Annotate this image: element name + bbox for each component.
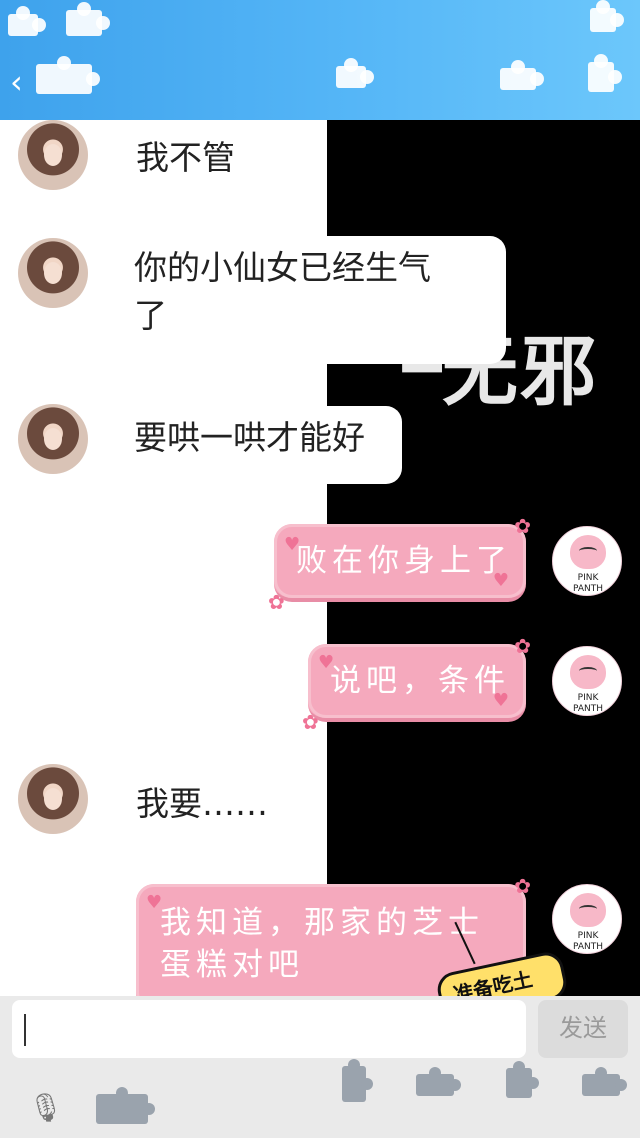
message-line: 了 [134, 296, 167, 335]
bow-icon: ✿ [514, 634, 536, 658]
chat-area[interactable]: 一无邪 我不管 你的小仙女已经生气 了 要哄一哄才能好 ♥ ♥ ✿ ✿ 败在你身… [0, 120, 640, 996]
puzzle-piece-decoration [66, 2, 110, 36]
avatar-label: PINK [577, 693, 599, 703]
bow-icon: ✿ [268, 590, 290, 614]
bow-icon: ✿ [514, 514, 536, 538]
puzzle-piece-decoration [36, 56, 100, 94]
message-text: 败在你身上了 [296, 543, 512, 579]
composer-bar: 发送 🎙 [0, 996, 640, 1138]
send-button[interactable]: 发送 [538, 1000, 628, 1058]
contact-avatar[interactable] [18, 404, 88, 474]
message-line: 蛋糕对吧 [160, 947, 304, 983]
puzzle-piece-decoration [500, 60, 544, 90]
avatar-label: PANTH [572, 584, 603, 594]
message-text: 我不管 [136, 138, 235, 177]
text-caret [24, 1014, 26, 1046]
contact-avatar[interactable] [18, 120, 88, 190]
puzzle-piece-decoration [588, 54, 622, 92]
user-avatar[interactable]: PINK PANTH [552, 526, 622, 596]
message-bubble-pink[interactable]: ♥ ♥ ✿ ✿ 败在你身上了 [268, 516, 531, 612]
user-avatar[interactable]: PINK PANTH [552, 884, 622, 954]
top-bar: ‹ [0, 0, 640, 120]
avatar-label: PANTH [572, 942, 603, 952]
avatar-label: PINK [577, 573, 599, 583]
avatar-label: PINK [577, 931, 599, 941]
message-text: 我要…… [136, 784, 268, 823]
puzzle-piece-decoration [96, 1087, 155, 1124]
puzzle-piece-decoration [8, 6, 46, 36]
message-text: 说吧，条件 [330, 663, 510, 699]
message-text: 要哄一哄才能好 [134, 418, 365, 457]
message-line: 我知道，那家的芝士 [160, 905, 484, 941]
puzzle-piece-decoration [336, 58, 374, 88]
pink-panther-icon [570, 535, 606, 569]
pink-panther-icon [570, 655, 606, 689]
avatar-label: PANTH [572, 704, 603, 714]
puzzle-piece-decoration [506, 1061, 539, 1098]
puzzle-piece-decoration [416, 1067, 461, 1096]
puzzle-piece-decoration [582, 1067, 627, 1096]
back-arrow-icon[interactable]: ‹ [10, 66, 23, 98]
bow-icon: ✿ [302, 710, 324, 734]
contact-avatar[interactable] [18, 238, 88, 308]
bow-icon: ✿ [514, 874, 536, 898]
contact-avatar[interactable] [18, 764, 88, 834]
message-input[interactable] [12, 1000, 526, 1058]
message-bubble[interactable]: 要哄一哄才能好 [104, 406, 402, 484]
message-bubble-pink[interactable]: ♥ ♥ ✿ ✿ 说吧，条件 [302, 636, 531, 732]
puzzle-piece-decoration [590, 0, 624, 32]
message-line: 你的小仙女已经生气 [134, 248, 431, 287]
microphone-icon[interactable]: 🎙 [28, 1094, 64, 1122]
pink-panther-icon [570, 893, 606, 927]
message-bubble[interactable]: 你的小仙女已经生气 了 [104, 236, 506, 364]
user-avatar[interactable]: PINK PANTH [552, 646, 622, 716]
puzzle-piece-decoration [342, 1059, 373, 1102]
